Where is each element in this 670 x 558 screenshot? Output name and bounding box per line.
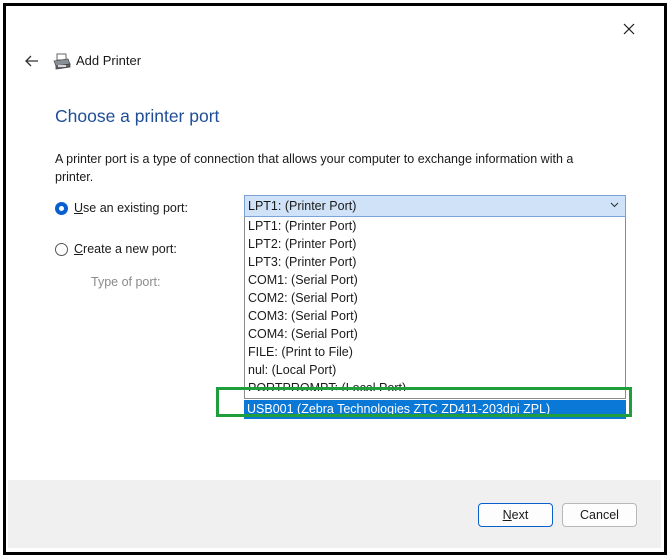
radio-unchecked-indicator [55,242,68,256]
back-button[interactable] [20,49,44,73]
port-option[interactable]: LPT3: (Printer Port) [245,253,625,271]
existing-port-select[interactable]: LPT1: (Printer Port) [244,195,626,217]
chevron-down-icon [610,202,619,208]
port-option[interactable]: COM3: (Serial Port) [245,307,625,325]
back-arrow-icon [25,55,38,67]
port-option[interactable]: nul: (Local Port) [245,361,625,379]
window-title: Add Printer [76,53,142,68]
next-button[interactable]: Next [478,503,553,527]
add-printer-dialog: Add Printer Choose a printer port A prin… [8,7,661,548]
port-option-usb001-selected[interactable]: USB001 (Zebra Technologies ZTC ZD411-203… [244,400,626,419]
port-option[interactable]: FILE: (Print to File) [245,343,625,361]
page-title: Choose a printer port [55,106,220,126]
port-option[interactable]: LPT2: (Printer Port) [245,235,625,253]
cancel-button[interactable]: Cancel [562,503,637,527]
printer-icon [53,53,71,70]
port-option[interactable]: COM2: (Serial Port) [245,289,625,307]
create-new-port-label: Create a new port: [74,242,177,256]
existing-port-select-value: LPT1: (Printer Port) [248,199,357,213]
page-description: A printer port is a type of connection t… [55,152,574,184]
use-existing-port-radio[interactable]: Use an existing port: [55,201,188,215]
use-existing-port-label: Use an existing port: [74,201,188,215]
type-of-port-label: Type of port: [91,275,161,289]
port-option[interactable]: LPT1: (Printer Port) [245,217,625,235]
dialog-footer: Next Cancel [8,480,661,548]
close-button[interactable] [617,17,641,41]
port-option[interactable]: COM1: (Serial Port) [245,271,625,289]
close-icon [623,23,635,35]
port-option[interactable]: COM4: (Serial Port) [245,325,625,343]
radio-checked-indicator [55,201,68,215]
port-dropdown-list[interactable]: LPT1: (Printer Port) LPT2: (Printer Port… [244,217,626,399]
port-option[interactable]: PORTPROMPT: (Local Port) [245,379,625,391]
create-new-port-radio[interactable]: Create a new port: [55,242,177,256]
